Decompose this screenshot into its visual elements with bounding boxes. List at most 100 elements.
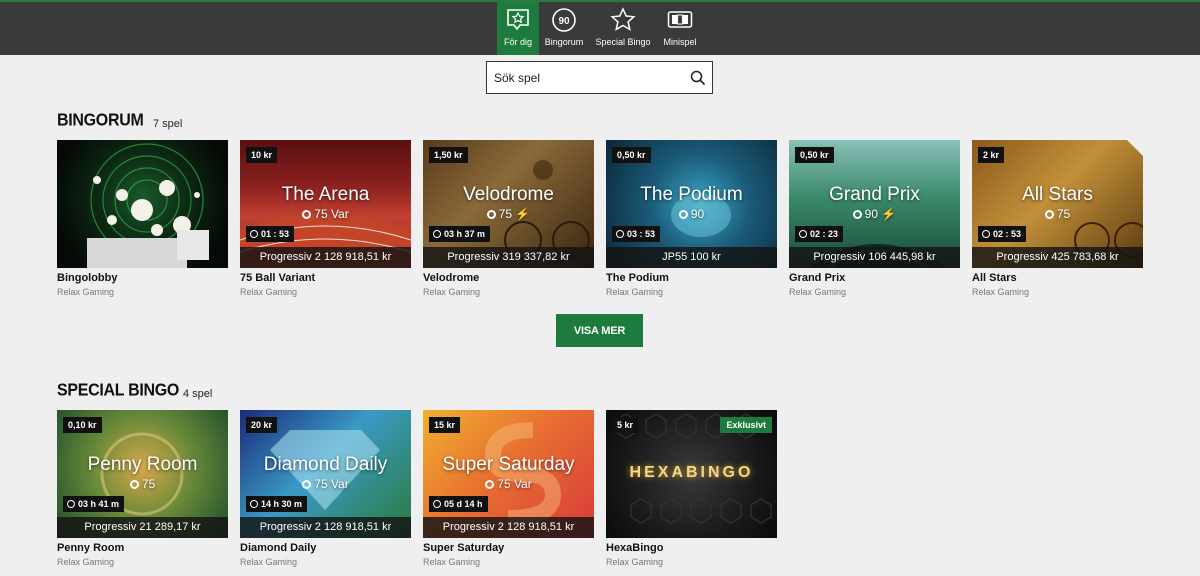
price-badge: 2 kr [978,147,1005,163]
game-thumbnail[interactable]: 2 kr All Stars 75 02 : 53 Progressiv 425… [972,140,1143,268]
game-title-art: The Arena [281,184,370,205]
clock-icon [982,230,990,238]
game-card-diamond-daily[interactable]: 20 kr Diamond Daily 75 Var 14 h 30 m Pro… [240,410,411,567]
nav-item-bingorum[interactable]: 90 Bingorum [541,2,587,55]
game-variant: 90 [606,207,777,221]
game-card-bingolobby[interactable]: Bingolobby Relax Gaming [57,140,228,297]
game-thumbnail[interactable]: 0,10 kr Penny Room 75 03 h 41 m Progress… [57,410,228,538]
section-count: 4 spel [183,388,213,400]
clock-icon [799,230,807,238]
game-provider: Relax Gaming [606,287,664,297]
game-provider: Relax Gaming [423,287,481,297]
countdown-timer: 05 d 14 h [429,496,488,512]
game-name[interactable]: HexaBingo [606,542,777,554]
lightning-icon: ⚡ [515,207,531,221]
game-name[interactable]: Grand Prix [789,272,960,284]
game-card-velodrome[interactable]: 1,50 kr Velodrome 75 ⚡ 03 h 37 m Progres… [423,140,594,297]
nav-item-minispel[interactable]: Minispel [660,2,700,55]
show-more-button[interactable]: VISA MER [556,314,643,347]
progressive-jackpot: Progressiv 425 783,68 kr [972,247,1143,268]
countdown-timer: 02 : 53 [978,226,1027,242]
clock-icon [250,230,258,238]
game-card-penny-room[interactable]: 0,10 kr Penny Room 75 03 h 41 m Progress… [57,410,228,567]
game-name[interactable]: Diamond Daily [240,542,411,554]
clock-icon [433,230,441,238]
game-provider: Relax Gaming [57,557,115,567]
nav-item-for-dig[interactable]: För dig [497,2,539,55]
price-badge: 0,10 kr [63,417,102,433]
price-badge: 20 kr [246,417,278,433]
game-thumbnail[interactable]: 5 kr Exklusivt HEXABINGO [606,410,777,538]
game-variant: 75 Var [240,207,411,221]
section-count: 7 spel [153,118,183,130]
ball-icon [485,480,495,489]
ball-icon [678,210,688,219]
game-title-art: Super Saturday [442,454,575,475]
search-icon[interactable] [690,70,706,86]
progressive-jackpot: Progressiv 2 128 918,51 kr [240,517,411,538]
game-provider: Relax Gaming [789,287,847,297]
ball-icon [852,210,862,219]
game-variant: 75 Var [240,477,411,491]
countdown-timer: 03 h 37 m [429,226,491,242]
game-variant: 90 ⚡ [789,207,960,221]
game-variant: 75 [57,477,228,491]
nav-item-label: Minispel [663,37,697,47]
game-card-grand-prix[interactable]: 0,50 kr Grand Prix 90 ⚡ 02 : 23 Progress… [789,140,960,297]
section-title-special-bingo: SPECIAL BINGO [57,381,180,400]
game-title-art: All Stars [1022,184,1093,205]
game-provider: Relax Gaming [606,557,664,567]
minigames-icon [666,7,694,33]
game-variant: 75 ⚡ [423,207,594,221]
game-card-hexabingo[interactable]: 5 kr Exklusivt HEXABINGO HexaBingo Relax… [606,410,777,567]
game-provider: Relax Gaming [240,287,298,297]
countdown-timer: 03 h 41 m [63,496,125,512]
game-name[interactable]: Penny Room [57,542,228,554]
game-thumbnail[interactable]: 0,50 kr Grand Prix 90 ⚡ 02 : 23 Progress… [789,140,960,268]
game-name[interactable]: Super Saturday [423,542,594,554]
game-name[interactable]: All Stars [972,272,1143,284]
ball-icon [1044,210,1054,219]
ball-icon [486,210,496,219]
game-title-art: Velodrome [463,184,554,205]
game-thumbnail[interactable]: 15 kr Super Saturday 75 Var 05 d 14 h Pr… [423,410,594,538]
game-thumbnail[interactable]: 1,50 kr Velodrome 75 ⚡ 03 h 37 m Progres… [423,140,594,268]
game-name[interactable]: The Podium [606,272,777,284]
game-title-art: Diamond Daily [263,454,388,475]
price-badge: 1,50 kr [429,147,468,163]
clock-icon [433,500,441,508]
countdown-timer: 01 : 53 [246,226,295,242]
game-thumbnail[interactable] [57,140,228,268]
countdown-timer: 03 : 53 [612,226,661,242]
lightning-icon: ⚡ [881,207,897,221]
game-card-the-podium[interactable]: 0,50 kr The Podium 90 03 : 53 JP55 100 k… [606,140,777,297]
game-card-75-ball-variant[interactable]: 10 kr The Arena 75 Var 01 : 53 Progressi… [240,140,411,297]
clock-icon [616,230,624,238]
game-name[interactable]: Velodrome [423,272,594,284]
countdown-timer: 14 h 30 m [246,496,308,512]
game-title-art: Grand Prix [829,184,920,205]
game-card-super-saturday[interactable]: 15 kr Super Saturday 75 Var 05 d 14 h Pr… [423,410,594,567]
search-input[interactable] [487,70,682,85]
section-title-bingorum: BINGORUM [57,111,144,130]
ball-icon [302,210,312,219]
game-thumbnail[interactable]: 0,50 kr The Podium 90 03 : 53 JP55 100 k… [606,140,777,268]
game-thumbnail[interactable]: 20 kr Diamond Daily 75 Var 14 h 30 m Pro… [240,410,411,538]
progressive-jackpot: Progressiv 2 128 918,51 kr [423,517,594,538]
progressive-jackpot: Progressiv 21 289,17 kr [57,517,228,538]
nav-item-label: För dig [503,37,532,47]
nav-item-special-bingo[interactable]: Special Bingo [594,2,652,55]
game-card-all-stars[interactable]: 2 kr All Stars 75 02 : 53 Progressiv 425… [972,140,1143,297]
game-thumbnail[interactable]: 10 kr The Arena 75 Var 01 : 53 Progressi… [240,140,411,268]
game-name[interactable]: 75 Ball Variant [240,272,411,284]
game-variant: 75 Var [423,477,594,491]
game-title-art: The Podium [640,184,743,205]
countdown-timer: 02 : 23 [795,226,844,242]
star-speech-icon [504,7,532,33]
clock-icon [67,500,75,508]
clock-icon [250,500,258,508]
price-badge: 15 kr [429,417,461,433]
nav-item-label: Bingorum [544,37,584,47]
search-box [486,61,713,94]
game-name[interactable]: Bingolobby [57,272,228,284]
